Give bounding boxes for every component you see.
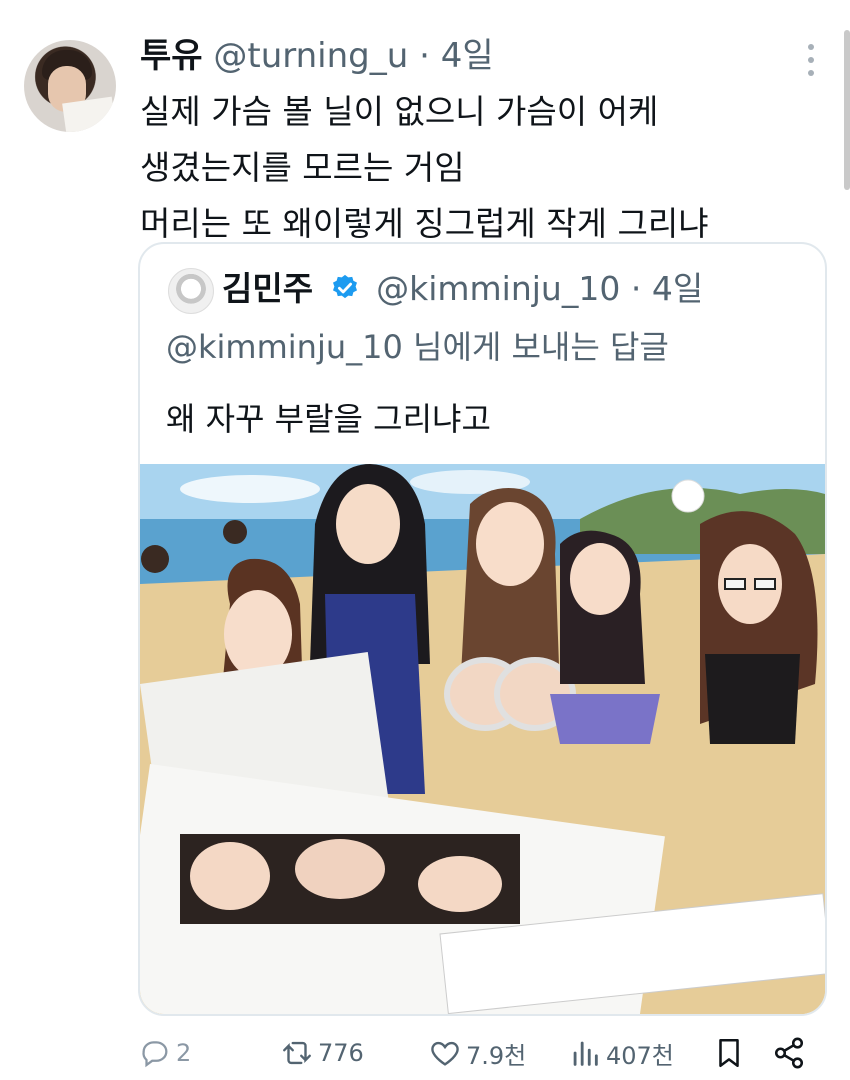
author-handle[interactable]: @turning_u [213,36,408,76]
tweet-text: 실제 가슴 볼 닐이 없으니 가슴이 어케 생겼는지를 모르는 거임 머리는 또… [140,84,709,252]
tweet-text-line: 생겼는지를 모르는 거임 [140,148,465,187]
views-count: 407천 [606,1041,674,1070]
like-count: 7.9천 [466,1041,527,1070]
reply-count: 2 [176,1039,192,1067]
tweet-text-line: 실제 가슴 볼 닐이 없으니 가슴이 어케 [140,92,659,131]
quoted-author-name[interactable]: 김민주 [222,269,313,308]
reply-to-label[interactable]: @kimminju_10 님에게 보내는 답글 [166,324,669,370]
retweet-icon [283,1041,311,1065]
tweet-header: 투유 @turning_u · 4일 [140,34,494,78]
separator-dot: · [630,269,642,308]
tweet-actions: 2 776 7.9천 407천 [138,1030,828,1076]
views-icon [573,1041,598,1066]
quoted-tweet-header: 김민주 @kimminju_10 · 4일 [222,266,703,312]
quoted-tweet-time[interactable]: 4일 [652,269,703,308]
scrollbar[interactable] [844,30,850,190]
share-button[interactable] [772,1030,806,1076]
quoted-tweet-image[interactable] [140,464,825,1014]
quoted-tweet[interactable]: 김민주 @kimminju_10 · 4일 @kimminju_10 님에게 보… [138,242,827,1016]
reply-button[interactable]: 2 [138,1030,191,1076]
retweet-count: 776 [318,1039,364,1067]
share-icon [774,1037,804,1069]
separator-dot: · [419,36,430,76]
heart-icon [431,1041,459,1066]
author-avatar[interactable] [24,40,116,132]
quoted-author-avatar[interactable] [168,268,214,314]
retweet-button[interactable]: 776 [280,1030,364,1076]
views-button[interactable]: 407천 [568,1030,674,1076]
more-vertical-icon[interactable] [806,44,816,76]
quoted-author-handle[interactable]: @kimminju_10 [376,269,620,308]
quoted-tweet-text: 왜 자꾸 부랄을 그리냐고 [166,400,491,438]
bookmark-button[interactable] [712,1030,746,1076]
tweet-time[interactable]: 4일 [441,36,494,76]
verified-badge-icon [332,274,357,298]
reply-icon [142,1041,168,1068]
illustration-beach-artwork [140,464,825,1014]
bookmark-icon [719,1038,739,1068]
author-name[interactable]: 투유 [140,36,203,76]
like-button[interactable]: 7.9천 [428,1030,526,1076]
